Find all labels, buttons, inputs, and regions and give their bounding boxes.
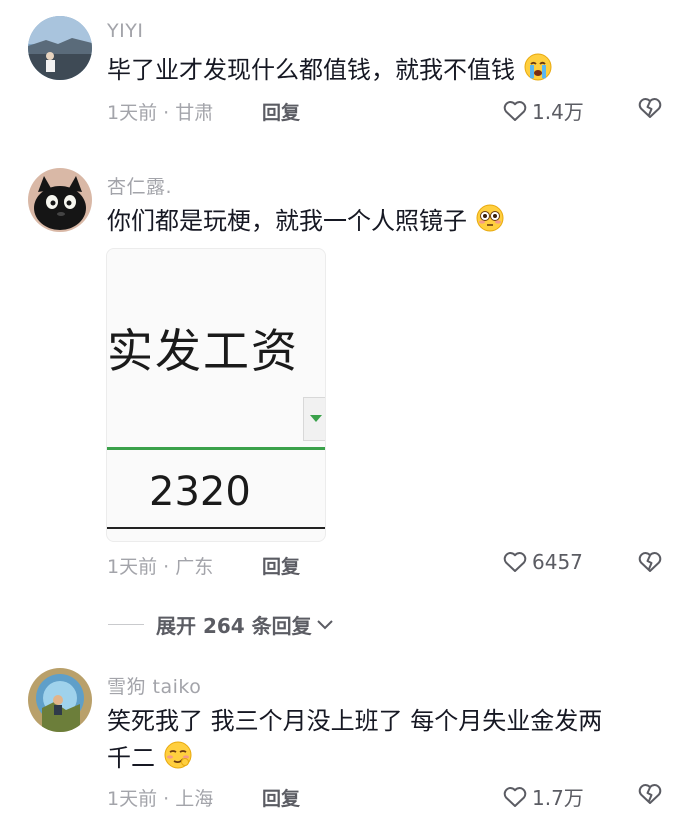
like-button[interactable]: 1.7万: [502, 782, 584, 811]
flushed-face-icon: [475, 203, 505, 244]
divider-line: [108, 624, 144, 625]
comment-author[interactable]: 雪狗 taiko: [107, 672, 201, 699]
bottom-divider: [107, 527, 325, 529]
comment-text: 笑死我了 我三个月没上班了 每个月失业金发两 千二: [107, 703, 667, 781]
dislike-button[interactable]: [637, 782, 663, 810]
broken-heart-icon: [638, 98, 662, 118]
avatar-image: [28, 168, 92, 232]
comment-meta: 1天前 · 甘肃: [107, 102, 214, 124]
dislike-button[interactable]: [637, 550, 663, 578]
like-button[interactable]: 6457: [502, 550, 583, 574]
reply-button[interactable]: 回复: [262, 98, 300, 125]
dropdown-marker: [303, 397, 325, 441]
avatar-image: [28, 16, 92, 80]
like-button[interactable]: 1.4万: [502, 96, 584, 125]
like-count: 1.7万: [532, 786, 584, 810]
image-amount: 2320: [149, 469, 251, 515]
heart-icon: [503, 786, 527, 807]
broken-heart-icon: [638, 552, 662, 572]
heart-icon: [503, 552, 527, 572]
avatar-image: [28, 668, 92, 732]
reply-button[interactable]: 回复: [262, 552, 300, 579]
comment-time: 1天前: [107, 102, 158, 124]
comment-text: 你们都是玩梗，就我一个人照镜子: [107, 203, 667, 244]
like-count: 1.4万: [532, 100, 584, 124]
dislike-button[interactable]: [637, 96, 663, 124]
comment-image[interactable]: 实发工资 2320: [106, 248, 326, 542]
expand-replies-label: 展开 264 条回复: [156, 614, 312, 638]
green-divider: [107, 447, 325, 450]
avatar[interactable]: [28, 168, 92, 232]
crying-face-icon: [523, 52, 553, 93]
chevron-down-icon: [316, 619, 333, 629]
broken-heart-icon: [638, 784, 662, 804]
comment-text: 毕了业才发现什么都值钱，就我不值钱: [107, 52, 667, 93]
comment-meta: 1天前 · 广东: [107, 556, 214, 578]
comment-location: 甘肃: [175, 102, 214, 124]
comment-time: 1天前: [107, 788, 158, 810]
expand-replies-button[interactable]: 展开 264 条回复: [108, 610, 334, 639]
comment-meta: 1天前 · 上海: [107, 788, 214, 810]
comment-location: 上海: [175, 788, 214, 810]
comment-author[interactable]: 杏仁露.: [107, 172, 172, 199]
comment-location: 广东: [175, 556, 214, 578]
like-count: 6457: [532, 550, 583, 574]
chevron-down-icon: [310, 415, 322, 422]
avatar[interactable]: [28, 668, 92, 732]
image-heading: 实发工资: [107, 324, 299, 378]
heart-icon: [503, 100, 527, 121]
comment-author[interactable]: YIYI: [107, 20, 143, 42]
avatar[interactable]: [28, 16, 92, 80]
smirking-face-icon: [163, 740, 193, 781]
reply-button[interactable]: 回复: [262, 784, 300, 811]
comment-time: 1天前: [107, 556, 158, 578]
